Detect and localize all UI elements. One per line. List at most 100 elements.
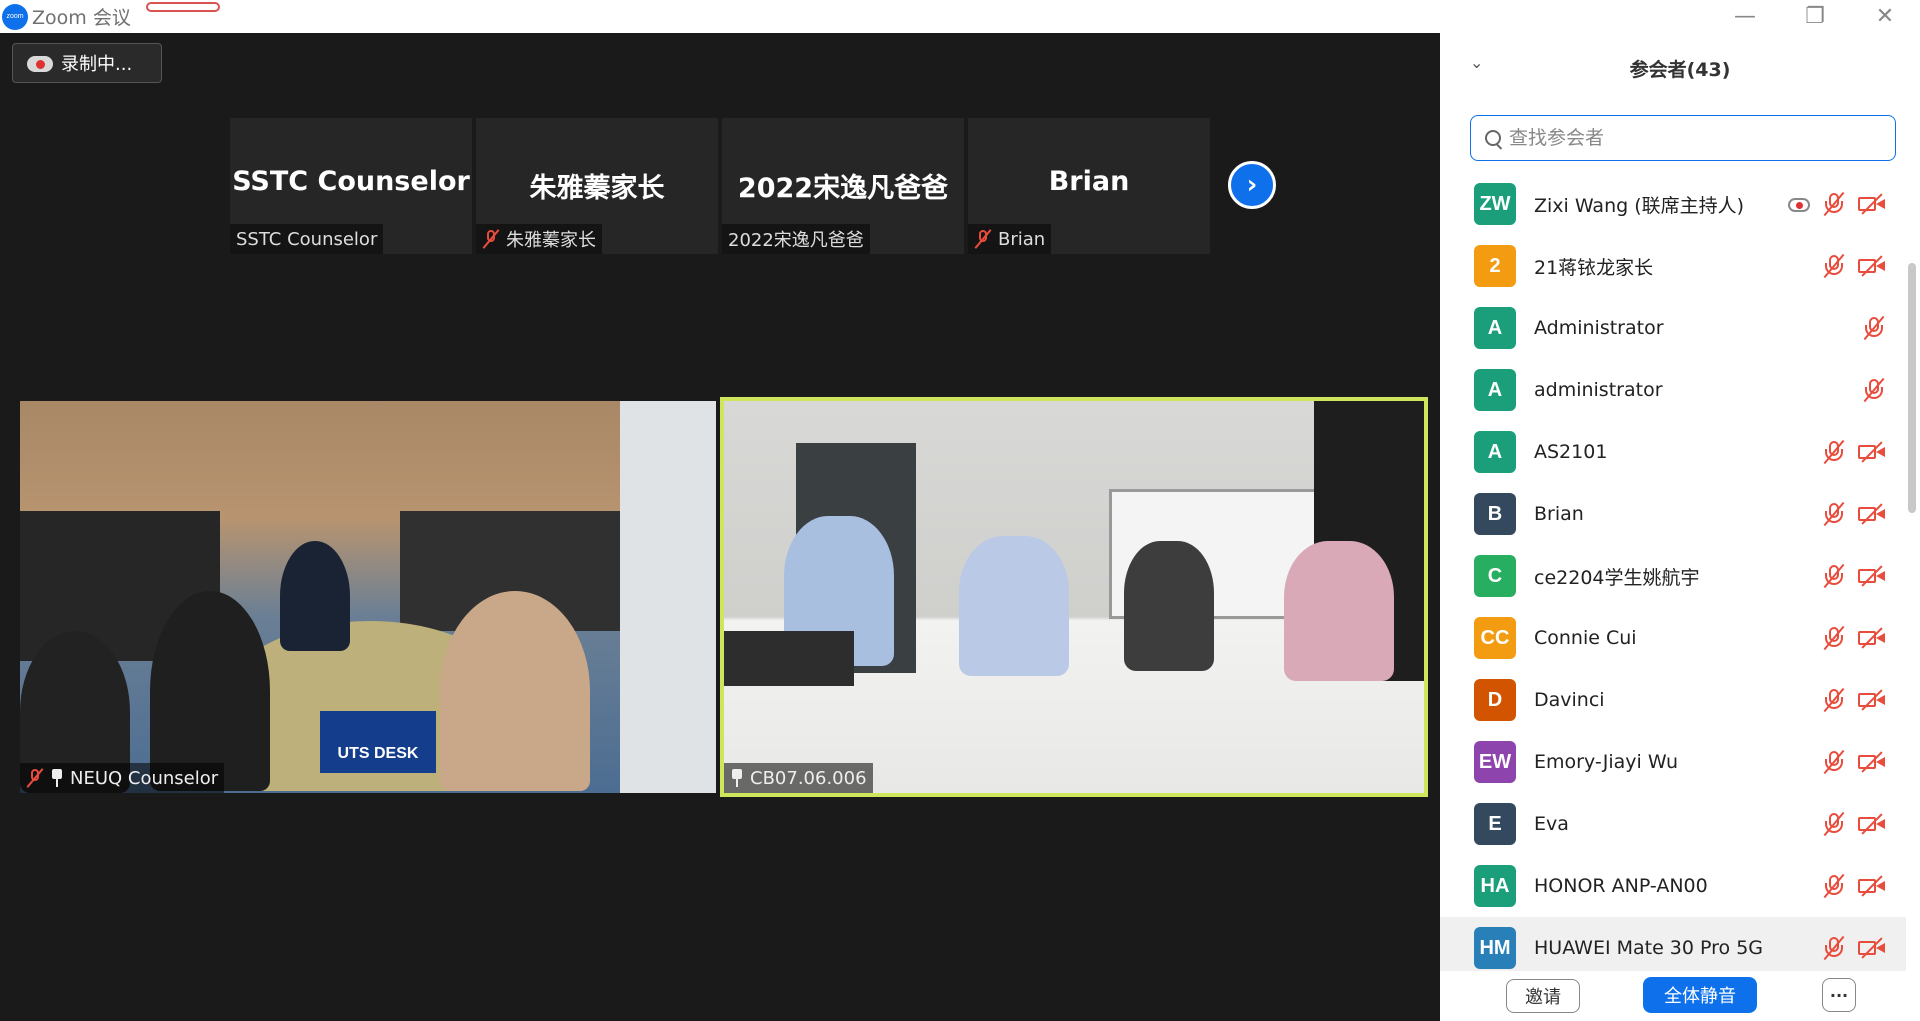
participant-row[interactable]: EW Emory-Jiayi Wu — [1440, 731, 1906, 793]
participant-name: Davinci — [1534, 689, 1605, 711]
participant-name: 21蒋铱龙家长 — [1534, 256, 1654, 279]
mic-muted-icon — [482, 229, 500, 249]
participant-name: HUAWEI Mate 30 Pro 5G — [1534, 937, 1764, 959]
video-thumbnail[interactable]: 2022宋逸凡爸爸 2022宋逸凡爸爸 — [722, 118, 964, 254]
avatar: A — [1474, 307, 1516, 349]
minimize-button[interactable]: — — [1710, 0, 1780, 33]
camera-off-icon — [1858, 565, 1886, 587]
meeting-area: 录制中... SSTC Counselor SSTC Counselor 朱雅蓁… — [0, 33, 1440, 1021]
participant-status-icons — [1862, 315, 1886, 341]
thumbnail-name: SSTC Counselor — [232, 166, 470, 197]
participant-search[interactable] — [1470, 115, 1896, 161]
restore-button[interactable]: ❐ — [1780, 0, 1850, 33]
pin-icon — [730, 769, 744, 787]
thumbnail-name: 2022宋逸凡爸爸 — [737, 173, 949, 204]
person — [1284, 541, 1394, 681]
avatar: B — [1474, 493, 1516, 535]
thumbnail-strip: SSTC Counselor SSTC Counselor 朱雅蓁家长 朱雅蓁家… — [230, 118, 1210, 254]
participant-status-icons — [1822, 687, 1886, 713]
camera-off-icon — [1858, 875, 1886, 897]
camera-off-icon — [1858, 503, 1886, 525]
search-icon — [1485, 130, 1501, 146]
close-button[interactable]: ✕ — [1850, 0, 1920, 33]
mic-muted-icon — [1862, 377, 1886, 403]
participant-name: Administrator — [1534, 317, 1664, 339]
participant-status-icons — [1822, 749, 1886, 775]
avatar: 2 — [1474, 245, 1516, 287]
participant-status-icons — [1862, 377, 1886, 403]
avatar: HM — [1474, 927, 1516, 969]
mic-muted-icon — [1862, 315, 1886, 341]
participant-row[interactable]: A Administrator — [1440, 297, 1906, 359]
participant-row[interactable]: D Davinci — [1440, 669, 1906, 731]
scrollbar[interactable] — [1908, 263, 1916, 513]
camera-off-icon — [1858, 441, 1886, 463]
video-label: CB07.06.006 — [724, 763, 873, 793]
participant-row[interactable]: B Brian — [1440, 483, 1906, 545]
participant-status-icons — [1822, 811, 1886, 837]
mic-muted-icon — [1822, 501, 1846, 527]
mute-all-button[interactable]: 全体静音 — [1643, 977, 1757, 1013]
participant-name: HONOR ANP-AN00 — [1534, 875, 1708, 897]
participant-row[interactable]: A AS2101 — [1440, 421, 1906, 483]
person — [150, 591, 270, 791]
participant-row[interactable]: E Eva — [1440, 793, 1906, 855]
participant-name: administrator — [1534, 379, 1663, 401]
camera-off-icon — [1858, 751, 1886, 773]
thumbnail-name: Brian — [1048, 166, 1130, 197]
participant-status-icons — [1822, 873, 1886, 899]
avatar: E — [1474, 803, 1516, 845]
participant-status-icons — [1822, 253, 1886, 279]
mic-muted-icon — [1822, 253, 1846, 279]
participant-row[interactable]: HM HUAWEI Mate 30 Pro 5G — [1440, 917, 1906, 971]
recording-button[interactable]: 录制中... — [12, 43, 162, 83]
participant-name: ce2204学生姚航宇 — [1534, 566, 1700, 589]
invite-button[interactable]: 邀请 — [1506, 979, 1580, 1013]
camera-off-icon — [1858, 813, 1886, 835]
camera-off-icon — [1858, 627, 1886, 649]
zoom-app-icon: zoom — [2, 3, 28, 30]
person — [959, 536, 1069, 676]
video-thumbnail[interactable]: SSTC Counselor SSTC Counselor — [230, 118, 472, 254]
participant-row[interactable]: HA HONOR ANP-AN00 — [1440, 855, 1906, 917]
mic-muted-icon — [1822, 563, 1846, 589]
thumbnail-label: SSTC Counselor — [230, 224, 384, 254]
participant-name: Connie Cui — [1534, 627, 1637, 649]
next-page-button[interactable]: › — [1228, 161, 1276, 209]
camera-off-icon — [1858, 193, 1886, 215]
video-thumbnail[interactable]: 朱雅蓁家长 朱雅蓁家长 — [476, 118, 718, 254]
participant-name: Zixi Wang (联席主持人) — [1534, 194, 1745, 217]
participant-name: AS2101 — [1534, 441, 1608, 463]
thumbnail-name: 朱雅蓁家长 — [529, 173, 665, 204]
more-options-button[interactable]: ··· — [1822, 978, 1856, 1012]
avatar: ZW — [1474, 183, 1516, 225]
mic-muted-icon — [1822, 191, 1846, 217]
camera-off-icon — [1858, 689, 1886, 711]
participant-row[interactable]: 2 21蒋铱龙家长 — [1440, 235, 1906, 297]
title-bar: zoom Zoom 会议 — ❐ ✕ — [0, 0, 1920, 33]
video-label: NEUQ Counselor — [20, 763, 225, 793]
participant-row[interactable]: Cce2204学生姚航宇 — [1440, 545, 1906, 607]
avatar: HA — [1474, 865, 1516, 907]
window-light — [620, 401, 716, 793]
video-tile-neuq[interactable]: UTS DESK NEUQ Counselor — [20, 401, 716, 793]
participant-status-icons — [1822, 439, 1886, 465]
participant-row[interactable]: ZW Zixi Wang (联席主持人) — [1440, 173, 1906, 235]
video-tile-active-speaker[interactable]: CB07.06.006 — [720, 397, 1428, 797]
participant-row[interactable]: Aadministrator — [1440, 359, 1906, 421]
cloud-recording-icon — [27, 54, 53, 72]
mic-muted-icon — [1822, 935, 1846, 961]
video-thumbnail[interactable]: Brian Brian — [968, 118, 1210, 254]
desk-sign: UTS DESK — [320, 711, 436, 773]
sharing-indicator[interactable] — [146, 2, 220, 12]
participant-list: ZW Zixi Wang (联席主持人) 2 21蒋铱龙家长 A Administrato… — [1440, 173, 1906, 971]
thumbnail-label: 朱雅蓁家长 — [476, 224, 602, 254]
avatar: D — [1474, 679, 1516, 721]
mic-muted-icon — [26, 768, 44, 788]
search-input[interactable] — [1509, 127, 1869, 149]
participant-row[interactable]: CC Connie Cui — [1440, 607, 1906, 669]
laptop — [724, 631, 854, 686]
panel-title: 参会者(43) — [1629, 59, 1731, 81]
mic-muted-icon — [1822, 625, 1846, 651]
pin-icon — [50, 769, 64, 787]
